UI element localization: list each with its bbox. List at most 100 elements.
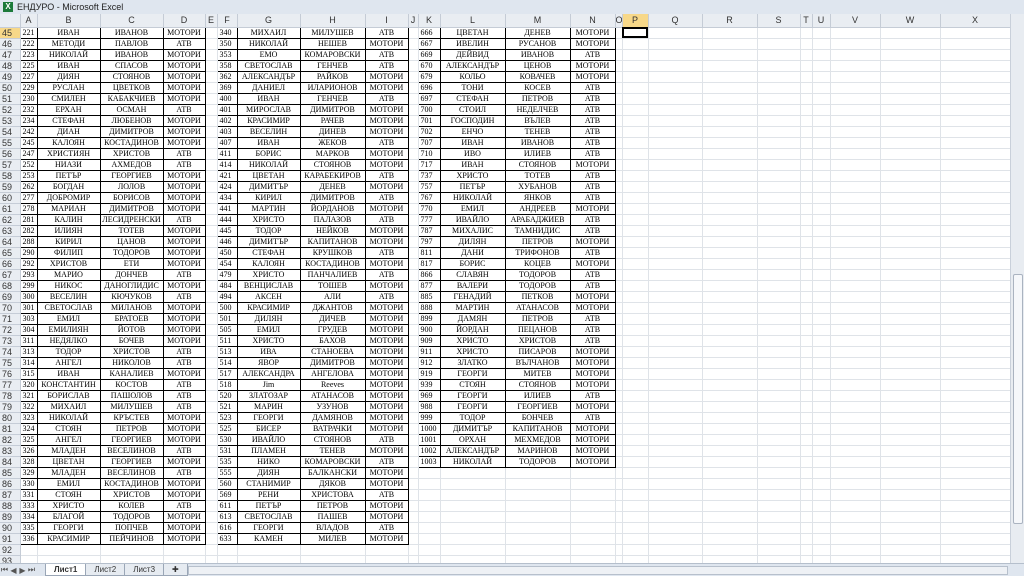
cell-category[interactable]: АТВ: [364, 290, 409, 303]
cell-category[interactable]: МОТОРИ: [569, 400, 616, 413]
cell-q56[interactable]: [648, 148, 703, 160]
row-header[interactable]: 67: [0, 269, 21, 281]
cell-e67[interactable]: [205, 269, 218, 281]
cell-last-name[interactable]: ВЛАДОВ: [299, 521, 366, 534]
cell-j77[interactable]: [408, 379, 419, 391]
cell-q67[interactable]: [648, 269, 703, 281]
cell-x92[interactable]: [940, 544, 1010, 556]
cell-x87[interactable]: [940, 489, 1010, 501]
cell-s67[interactable]: [757, 269, 801, 281]
cell-n85[interactable]: [570, 467, 616, 479]
cell-first-name[interactable]: МАРТИН: [439, 301, 506, 314]
cell-number[interactable]: 707: [417, 136, 441, 149]
cell-category[interactable]: АТВ: [569, 389, 616, 402]
cell-category[interactable]: МОТОРИ: [364, 147, 409, 160]
cell-u50[interactable]: [812, 82, 831, 94]
cell-t46[interactable]: [800, 38, 813, 50]
cell-q69[interactable]: [648, 291, 703, 303]
cell-category[interactable]: АТВ: [162, 37, 206, 50]
cell-t62[interactable]: [800, 214, 813, 226]
cell-s86[interactable]: [757, 478, 801, 490]
cell-first-name[interactable]: БОРИС: [439, 257, 506, 270]
cell-x45[interactable]: [940, 27, 1010, 39]
cell-last-name[interactable]: ПЕТРОВ: [504, 312, 571, 325]
cell-first-name[interactable]: БОГДАН: [36, 180, 101, 193]
cell-last-name[interactable]: ПЕЦАНОВ: [504, 323, 571, 336]
cell-u66[interactable]: [812, 258, 831, 270]
cell-category[interactable]: АТВ: [162, 466, 206, 479]
cell-l88[interactable]: [440, 500, 506, 512]
cell-w55[interactable]: [880, 137, 941, 149]
column-header-w[interactable]: W: [880, 14, 941, 28]
cell-j65[interactable]: [408, 247, 419, 259]
cell-category[interactable]: МОТОРИ: [569, 290, 616, 303]
cell-number[interactable]: 505: [216, 323, 238, 336]
cell-x78[interactable]: [940, 390, 1010, 402]
cell-first-name[interactable]: ЯВОР: [236, 356, 301, 369]
cell-t45[interactable]: [800, 27, 813, 39]
cell-l91[interactable]: [440, 533, 506, 545]
cell-number[interactable]: 334: [19, 510, 38, 523]
cell-first-name[interactable]: ГЕНАДИЙ: [439, 290, 506, 303]
cell-n88[interactable]: [570, 500, 616, 512]
cell-x90[interactable]: [940, 522, 1010, 534]
cell-category[interactable]: АТВ: [364, 213, 409, 226]
cell-number[interactable]: 555: [216, 466, 238, 479]
cell-w49[interactable]: [880, 71, 941, 83]
cell-q53[interactable]: [648, 115, 703, 127]
cell-number[interactable]: 511: [216, 334, 238, 347]
cell-number[interactable]: 717: [417, 158, 441, 171]
cell-category[interactable]: МОТОРИ: [364, 334, 409, 347]
cell-j59[interactable]: [408, 181, 419, 193]
cell-number[interactable]: 324: [19, 422, 38, 435]
cell-i93[interactable]: [365, 555, 409, 563]
cell-d93[interactable]: [163, 555, 206, 563]
cell-j84[interactable]: [408, 456, 419, 468]
cell-t59[interactable]: [800, 181, 813, 193]
cell-s88[interactable]: [757, 500, 801, 512]
cell-q49[interactable]: [648, 71, 703, 83]
prev-sheet-icon[interactable]: ◀: [9, 566, 18, 575]
cell-last-name[interactable]: ХРИСТОВ: [99, 147, 164, 160]
cell-q50[interactable]: [648, 82, 703, 94]
cell-e80[interactable]: [205, 412, 218, 424]
cell-v80[interactable]: [830, 412, 881, 424]
cell-v51[interactable]: [830, 93, 881, 105]
cell-p58[interactable]: [622, 170, 649, 182]
cell-first-name[interactable]: ХРИСТО: [236, 213, 301, 226]
cell-u62[interactable]: [812, 214, 831, 226]
cell-v48[interactable]: [830, 60, 881, 72]
cell-first-name[interactable]: СВЕТОСЛАВ: [236, 510, 301, 523]
cell-v88[interactable]: [830, 500, 881, 512]
cell-o52[interactable]: [615, 104, 623, 116]
cell-t90[interactable]: [800, 522, 813, 534]
cell-w84[interactable]: [880, 456, 941, 468]
sheet-tab-2[interactable]: Лист2: [85, 564, 126, 576]
cell-t63[interactable]: [800, 225, 813, 237]
cell-h92[interactable]: [300, 544, 366, 556]
cell-number[interactable]: 290: [19, 246, 38, 259]
cell-w52[interactable]: [880, 104, 941, 116]
cell-first-name[interactable]: МИХАИЛ: [236, 26, 301, 39]
cell-first-name[interactable]: АЛЕКСАНДЪР: [236, 70, 301, 83]
cell-number[interactable]: 245: [19, 136, 38, 149]
cell-category[interactable]: МОТОРИ: [162, 202, 206, 215]
cell-first-name[interactable]: ХРИСТО: [439, 169, 506, 182]
cell-number[interactable]: 633: [216, 532, 238, 545]
cell-last-name[interactable]: АНГЕЛОВА: [299, 367, 366, 380]
cell-number[interactable]: 441: [216, 202, 238, 215]
cell-number[interactable]: 569: [216, 488, 238, 501]
cell-o64[interactable]: [615, 236, 623, 248]
cell-x91[interactable]: [940, 533, 1010, 545]
cell-first-name[interactable]: СТОИЛ: [439, 103, 506, 116]
cell-first-name[interactable]: КОЛЬО: [439, 70, 506, 83]
cell-last-name[interactable]: ТОДОРОВ: [99, 510, 164, 523]
cell-s46[interactable]: [757, 38, 801, 50]
row-header[interactable]: 45: [0, 27, 21, 39]
cell-q48[interactable]: [648, 60, 703, 72]
cell-w53[interactable]: [880, 115, 941, 127]
cell-number[interactable]: 326: [19, 444, 38, 457]
cell-t89[interactable]: [800, 511, 813, 523]
cell-b92[interactable]: [37, 544, 101, 556]
cell-q63[interactable]: [648, 225, 703, 237]
